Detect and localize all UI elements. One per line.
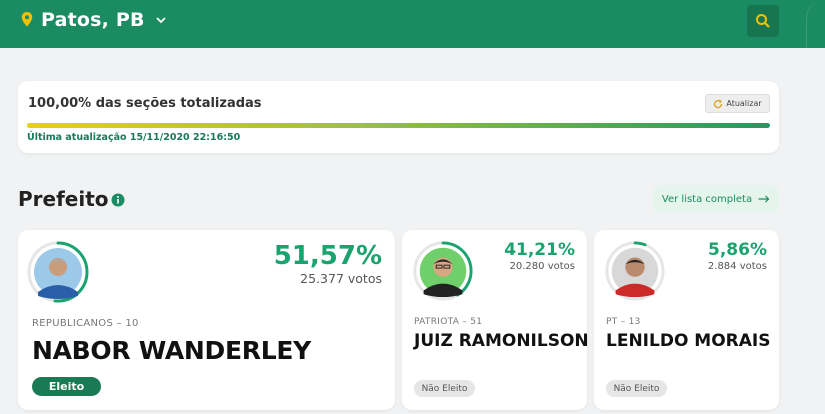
chevron-down-icon bbox=[156, 17, 166, 24]
totalization-panel: 100,00% das seções totalizadas Atualizar… bbox=[18, 81, 779, 153]
arrow-right-icon bbox=[758, 195, 770, 203]
vote-percentage: 51,57% bbox=[273, 241, 382, 271]
header-edge bbox=[806, 0, 825, 48]
full-list-label: Ver lista completa bbox=[661, 193, 753, 205]
info-icon[interactable] bbox=[111, 193, 125, 207]
progress-fill bbox=[27, 123, 770, 128]
location-name: Patos, PB bbox=[41, 9, 145, 31]
party-label: REPUBLICANOS – 10 bbox=[32, 318, 139, 329]
search-icon bbox=[756, 14, 770, 28]
refresh-button[interactable]: Atualizar bbox=[705, 94, 770, 113]
section-title: Prefeito bbox=[18, 187, 109, 211]
candidate-name: JUIZ RAMONILSON bbox=[414, 331, 589, 351]
candidate-avatar bbox=[605, 241, 665, 301]
vote-percentage: 41,21% bbox=[504, 240, 575, 260]
elected-badge: Eleito bbox=[32, 377, 101, 396]
map-pin-icon bbox=[21, 12, 33, 27]
candidate-avatar bbox=[27, 241, 89, 303]
refresh-label: Atualizar bbox=[726, 99, 762, 108]
vote-percentage: 5,86% bbox=[708, 240, 767, 260]
candidate-name: NABOR WANDERLEY bbox=[32, 336, 311, 365]
last-update-text: Última atualização 15/11/2020 22:16:50 bbox=[27, 132, 241, 143]
view-full-list-button[interactable]: Ver lista completa bbox=[653, 185, 779, 213]
candidate-name: LENILDO MORAIS bbox=[606, 331, 771, 351]
location-selector[interactable]: Patos, PB bbox=[20, 9, 167, 31]
candidate-card[interactable]: 51,57% 25.377 votos REPUBLICANOS – 10 NA… bbox=[18, 230, 395, 410]
refresh-icon bbox=[714, 98, 723, 108]
candidate-avatar bbox=[413, 241, 473, 301]
candidate-card[interactable]: 41,21% 20.280 votos PATRIOTA – 51 JUIZ R… bbox=[402, 230, 589, 410]
search-button[interactable] bbox=[747, 5, 779, 37]
totalization-progress-bar bbox=[27, 123, 770, 128]
vote-count: 2.884 votos bbox=[707, 261, 767, 272]
vote-count: 25.377 votos bbox=[300, 271, 382, 286]
not-elected-badge: Não Eleito bbox=[414, 380, 475, 397]
party-label: PATRIOTA – 51 bbox=[414, 317, 483, 327]
sections-totalized-text: 100,00% das seções totalizadas bbox=[28, 96, 262, 111]
candidate-card[interactable]: 5,86% 2.884 votos PT – 13 LENILDO MORAIS… bbox=[594, 230, 779, 410]
vote-count: 20.280 votos bbox=[509, 261, 575, 272]
not-elected-badge: Não Eleito bbox=[606, 380, 667, 397]
top-bar: Patos, PB bbox=[0, 0, 825, 48]
party-label: PT – 13 bbox=[606, 317, 641, 327]
